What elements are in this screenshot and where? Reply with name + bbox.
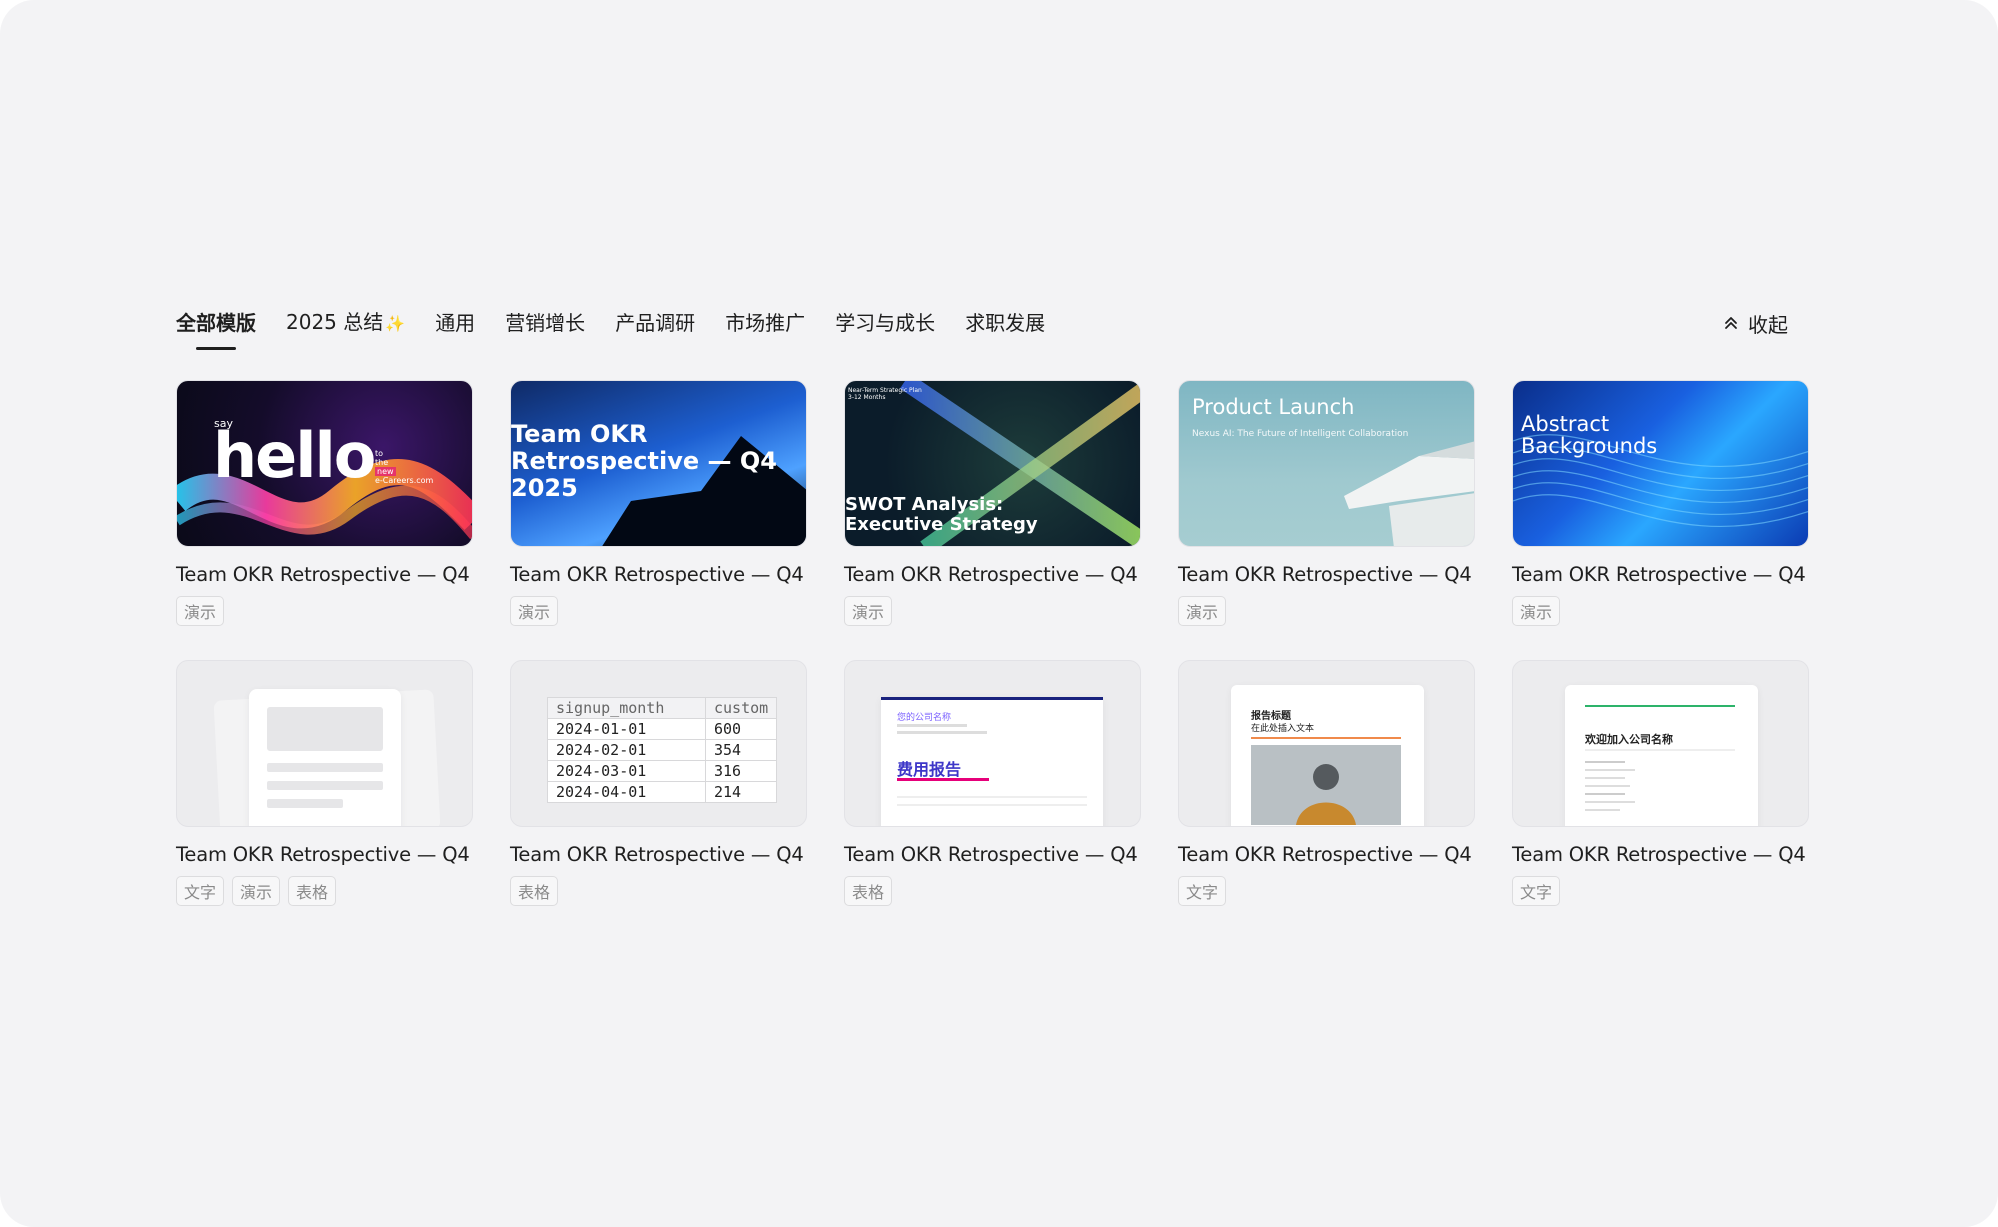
tab-label: 通用 [435, 311, 476, 335]
page-preview: 欢迎加入公司名称 [1565, 685, 1758, 826]
card-title: Team OKR Retrospective — Q4 [510, 563, 804, 586]
template-card[interactable]: 欢迎加入公司名称 Team OKR Retrospective — Q4 文字 [1512, 660, 1809, 940]
tag-list: 文字 [1178, 876, 1475, 906]
template-thumbnail: Team OKR Retrospective — Q4 2025 [510, 380, 807, 547]
tab-label: 2025 总结 [286, 310, 384, 334]
card-title: Team OKR Retrospective — Q4 [510, 843, 804, 866]
thumb-headline: Team OKR Retrospective — Q4 2025 [511, 420, 777, 502]
thumb-small-text: Near-Term Strategic Plan 3-12 Months [848, 387, 922, 401]
card-title: Team OKR Retrospective — Q4 [844, 843, 1138, 866]
tag: 文字 [1512, 876, 1561, 906]
tag-list: 表格 [844, 876, 1141, 906]
tab-label: 产品调研 [615, 311, 696, 335]
tab-career-development[interactable]: 求职发展 [965, 306, 1045, 340]
template-thumbnail: 报告标题 在此处插入文本 [1178, 660, 1475, 827]
tag-list: 演示 [1512, 596, 1809, 626]
card-title: Team OKR Retrospective — Q4 [1512, 563, 1806, 586]
category-tabs: 全部模版 2025 总结 ✨ 通用 营销增长 产品调研 市场推广 学习与成长 求职… [176, 305, 1075, 350]
thumb-headline: SWOT Analysis: Executive Strategy [845, 494, 1038, 535]
tab-label: 全部模版 [176, 311, 256, 335]
tab-2025-summary[interactable]: 2025 总结 ✨ [286, 305, 405, 341]
tag-list: 文字 演示 表格 [176, 876, 473, 906]
tag-list: 文字 [1512, 876, 1809, 906]
template-thumbnail: 欢迎加入公司名称 [1512, 660, 1809, 827]
tag: 演示 [844, 596, 893, 626]
page-preview: 您的公司名称 费用报告 [881, 697, 1103, 826]
preview-table: signup_month custom 2024-01-01 600 2024-0… [547, 697, 778, 803]
collapse-label: 收起 [1748, 312, 1788, 337]
tag: 演示 [1178, 596, 1227, 626]
photo-placeholder [1251, 745, 1401, 825]
template-thumbnail: signup_month custom 2024-01-01 600 2024-0… [510, 660, 807, 827]
tag: 文字 [176, 876, 225, 906]
template-thumbnail: Abstract Backgrounds [1512, 380, 1809, 547]
card-title: Team OKR Retrospective — Q4 [844, 563, 1138, 586]
template-thumbnail: 您的公司名称 费用报告 [844, 660, 1141, 827]
template-panel: 全部模版 2025 总结 ✨ 通用 营销增长 产品调研 市场推广 学习与成长 求职… [0, 0, 1998, 1227]
tab-marketing-growth[interactable]: 营销增长 [505, 306, 585, 340]
wavy-lines-graphic [1513, 434, 1808, 527]
card-title: Team OKR Retrospective — Q4 [1178, 843, 1472, 866]
collapse-button[interactable]: 收起 [1722, 306, 1788, 340]
template-thumbnail: say hello to the new e-Careers.com [176, 380, 473, 547]
tab-label: 求职发展 [965, 311, 1046, 335]
tag-list: 演示 [176, 596, 473, 626]
template-grid: say hello to the new e-Careers.com Team OKR… [176, 380, 1809, 940]
template-card[interactable]: Team OKR Retrospective — Q4 2025 Team OK… [510, 380, 807, 660]
template-card[interactable]: Team OKR Retrospective — Q4 文字 演示 表格 [176, 660, 473, 940]
tag-list: 演示 [510, 596, 807, 626]
template-thumbnail: Near-Term Strategic Plan 3-12 Months SWO… [844, 380, 1141, 547]
tag: 文字 [1178, 876, 1227, 906]
template-card[interactable]: signup_month custom 2024-01-01 600 2024-0… [510, 660, 807, 940]
thumb-headline: Abstract Backgrounds [1521, 412, 1658, 458]
template-card[interactable]: 报告标题 在此处插入文本 Team OKR Retrospective — Q4… [1178, 660, 1475, 940]
template-card[interactable]: Product Launch Nexus AI: The Future of I… [1178, 380, 1475, 660]
thumb-small-text: Nexus AI: The Future of Intelligent Coll… [1192, 429, 1409, 439]
thumb-side-text: to the new e-Careers.com [375, 449, 434, 485]
tag: 表格 [844, 876, 893, 906]
tab-label: 营销增长 [505, 311, 586, 335]
tab-product-research[interactable]: 产品调研 [615, 306, 695, 340]
template-card[interactable]: Near-Term Strategic Plan 3-12 Months SWO… [844, 380, 1141, 660]
tab-market-promotion[interactable]: 市场推广 [725, 306, 805, 340]
tag: 演示 [510, 596, 559, 626]
tab-learning-growth[interactable]: 学习与成长 [835, 306, 935, 340]
card-title: Team OKR Retrospective — Q4 [176, 563, 470, 586]
template-thumbnail: Product Launch Nexus AI: The Future of I… [1178, 380, 1475, 547]
tag-list: 演示 [844, 596, 1141, 626]
tag: 表格 [288, 876, 337, 906]
tag: 演示 [1512, 596, 1561, 626]
template-card[interactable]: say hello to the new e-Careers.com Team OKR… [176, 380, 473, 660]
sparkle-icon: ✨ [385, 314, 406, 333]
card-title: Team OKR Retrospective — Q4 [1178, 563, 1472, 586]
page-preview: 报告标题 在此处插入文本 [1231, 685, 1424, 826]
thumb-headline: Product Launch [1192, 395, 1355, 419]
tag: 表格 [510, 876, 559, 906]
chevron-up-icon [1725, 317, 1737, 329]
card-title: Team OKR Retrospective — Q4 [1512, 843, 1806, 866]
page-icon [249, 689, 401, 826]
tag-list: 表格 [510, 876, 807, 906]
tag: 演示 [176, 596, 225, 626]
template-card[interactable]: 您的公司名称 费用报告 Team OKR Retrospective — Q4 … [844, 660, 1141, 940]
tag: 演示 [232, 876, 281, 906]
card-title: Team OKR Retrospective — Q4 [176, 843, 470, 866]
tab-all-templates[interactable]: 全部模版 [176, 306, 256, 350]
tag-list: 演示 [1178, 596, 1475, 626]
tab-label: 学习与成长 [835, 311, 936, 335]
thumb-headline: hello [213, 419, 376, 492]
tab-general[interactable]: 通用 [435, 306, 475, 340]
template-thumbnail [176, 660, 473, 827]
tab-label: 市场推广 [725, 311, 806, 335]
template-card[interactable]: Abstract Backgrounds Team OKR Retrospect… [1512, 380, 1809, 660]
